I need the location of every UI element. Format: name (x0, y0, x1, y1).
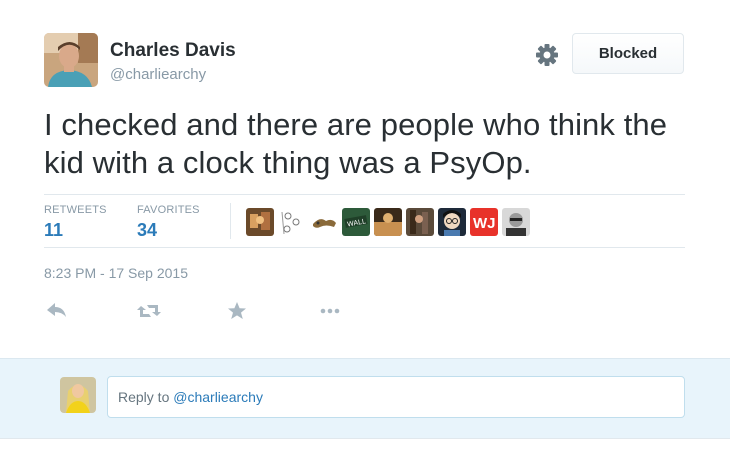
favorites-count: 34 (137, 220, 158, 240)
author-username[interactable]: @charliearchy (110, 66, 206, 83)
author-avatar[interactable] (44, 33, 98, 87)
bottom-strip (0, 438, 730, 455)
favoriter-avatar[interactable] (374, 208, 402, 236)
blocked-button[interactable]: Blocked (572, 33, 684, 74)
favoriter-avatar[interactable] (246, 208, 274, 236)
reply-icon[interactable] (44, 300, 70, 322)
svg-text:WJ: WJ (473, 215, 496, 232)
tweet-text: I checked and there are people who think… (44, 107, 668, 180)
retweets-count: 11 (44, 220, 64, 240)
more-options-icon[interactable] (318, 300, 344, 322)
current-user-avatar (60, 377, 96, 413)
retweets-label: RETWEETS (44, 204, 107, 216)
tweet-card: Charles Davis @charliearchy Blocked I ch… (0, 0, 730, 358)
retweets-stat[interactable]: RETWEETS 11 (44, 204, 107, 241)
gear-icon[interactable] (534, 42, 560, 68)
favorite-star-icon[interactable] (226, 300, 252, 322)
favorites-stat[interactable]: FAVORITES 34 (137, 204, 200, 241)
divider (44, 194, 685, 195)
favoriter-avatars: WALL WJ (246, 208, 530, 236)
favorites-label: FAVORITES (137, 204, 200, 216)
reply-placeholder-prefix: Reply to (118, 389, 174, 405)
favoriter-avatar[interactable] (502, 208, 530, 236)
favoriter-avatar[interactable] (406, 208, 434, 236)
divider (44, 247, 685, 248)
retweet-icon[interactable] (136, 300, 162, 322)
author-full-name[interactable]: Charles Davis (110, 40, 236, 62)
stats-separator (230, 203, 231, 239)
reply-input[interactable]: Reply to @charliearchy (107, 376, 685, 418)
favoriter-avatar[interactable] (278, 208, 306, 236)
favoriter-avatar[interactable]: WALL (342, 208, 370, 236)
favoriter-avatar[interactable]: WJ (470, 208, 498, 236)
tweet-timestamp[interactable]: 8:23 PM - 17 Sep 2015 (44, 265, 188, 281)
favoriter-avatar[interactable] (438, 208, 466, 236)
favoriter-avatar[interactable] (310, 208, 338, 236)
reply-placeholder-mention: @charliearchy (173, 389, 263, 405)
